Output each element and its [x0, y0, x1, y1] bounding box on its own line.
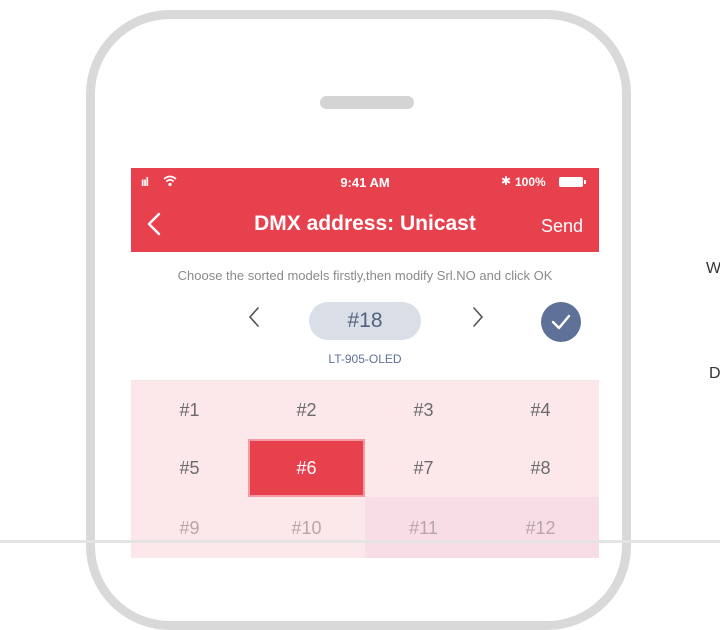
side-caption-2: D — [709, 365, 720, 382]
grid-cell[interactable]: #4 — [482, 381, 599, 439]
model-name: LT-905-OLED — [328, 352, 402, 366]
phone-screen: ııl 9:41 AM ✱ 100% DMX address: Unicast … — [131, 168, 599, 558]
battery-icon — [559, 177, 586, 187]
checkmark-icon — [551, 314, 571, 330]
grid-cell[interactable]: #12 — [482, 499, 599, 557]
grid-cell-selected[interactable]: #6 — [248, 439, 365, 497]
phone-side-button-volume-up — [86, 278, 94, 340]
grid-cell[interactable]: #3 — [365, 381, 482, 439]
grid-cell[interactable]: #7 — [365, 439, 482, 497]
serial-number-field[interactable]: #18 — [309, 302, 421, 340]
phone-side-button-mute — [86, 168, 94, 220]
send-button[interactable]: Send — [541, 216, 583, 237]
status-bar: ııl 9:41 AM ✱ 100% — [131, 168, 599, 196]
side-caption-1: W — [706, 260, 720, 277]
bluetooth-icon: ✱ — [501, 174, 512, 188]
battery-percent: 100% — [515, 175, 546, 189]
page-title: DMX address: Unicast — [254, 212, 476, 235]
chevron-right-icon[interactable] — [471, 304, 485, 335]
grid-cell[interactable]: #11 — [365, 499, 482, 557]
grid-cell[interactable]: #8 — [482, 439, 599, 497]
chevron-left-icon[interactable] — [247, 304, 261, 335]
confirm-button[interactable] — [541, 302, 581, 342]
instruction-text: Choose the sorted models firstly,then mo… — [177, 268, 553, 283]
grid-cell[interactable]: #10 — [248, 499, 365, 557]
address-grid: #1 #2 #3 #4 #5 #6 #7 #8 #9 #10 #11 #12 — [131, 381, 599, 558]
nav-bar: DMX address: Unicast Send — [131, 196, 599, 252]
phone-side-button-volume-down — [86, 348, 94, 412]
grid-cell[interactable]: #5 — [131, 439, 248, 497]
grid-cell[interactable]: #9 — [131, 499, 248, 557]
grid-cell[interactable]: #1 — [131, 381, 248, 439]
phone-speaker — [320, 96, 414, 109]
grid-cell[interactable]: #2 — [248, 381, 365, 439]
address-editor-panel: Choose the sorted models firstly,then mo… — [131, 252, 599, 381]
